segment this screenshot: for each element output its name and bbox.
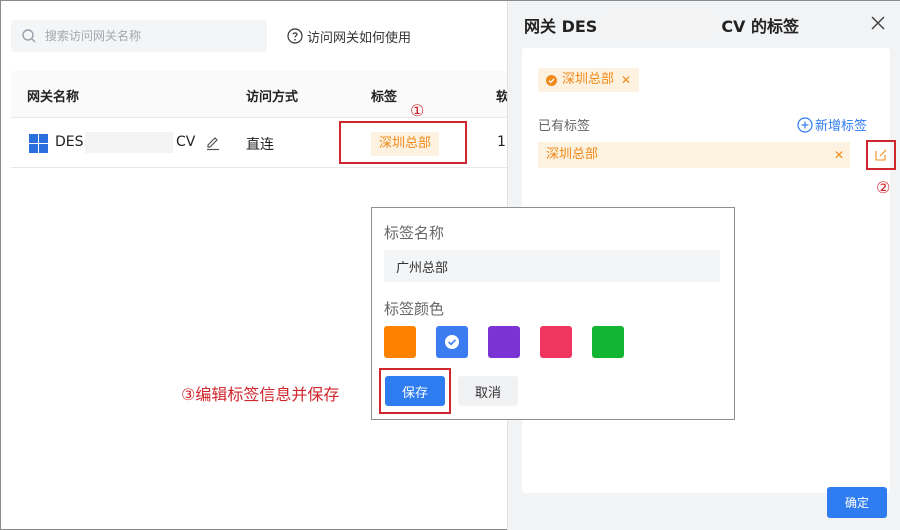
column-header-name: 网关名称: [27, 90, 80, 105]
window-frame: 访问网关如何使用 网关名称 访问方式 标签 软 DES CV 直连 深圳总部 ①…: [0, 0, 900, 530]
annotation-step-1: ①: [410, 101, 425, 120]
color-swatch-green[interactable]: [592, 326, 624, 358]
selected-tag-label: 深圳总部: [562, 72, 615, 87]
drawer-title-suffix: CV 的标签: [721, 17, 800, 36]
check-circle-icon: [546, 74, 557, 86]
search-input[interactable]: [45, 20, 260, 52]
column-header-tag: 标签: [371, 90, 398, 105]
gateway-name-suffix: CV: [176, 134, 196, 150]
color-swatch-blue[interactable]: [436, 326, 468, 358]
row-divider: [11, 117, 531, 118]
add-tag-label: 新增标签: [815, 119, 868, 134]
selected-tag-chip: 深圳总部 ✕: [538, 68, 640, 92]
color-swatch-pink[interactable]: [540, 326, 572, 358]
color-swatch-orange[interactable]: [384, 326, 416, 358]
save-button[interactable]: 保存: [385, 376, 445, 406]
gateway-name-prefix: DES: [55, 134, 84, 150]
access-method: 直连: [246, 137, 274, 153]
add-tag-button[interactable]: 新增标签: [797, 115, 867, 134]
edit-name-icon[interactable]: [205, 135, 221, 151]
redacted-title: [603, 14, 716, 36]
annotation-step-2: ②: [876, 178, 891, 197]
tag-name-input[interactable]: [384, 250, 720, 282]
cancel-button[interactable]: 取消: [458, 376, 518, 406]
edit-tag-button[interactable]: [866, 140, 896, 170]
help-link-label: 访问网关如何使用: [307, 30, 412, 46]
help-link[interactable]: 访问网关如何使用: [287, 26, 411, 46]
check-circle-icon: [445, 335, 459, 349]
row-tag-chip[interactable]: 深圳总部: [371, 132, 440, 156]
row-extra-value: 1: [497, 134, 506, 150]
color-swatch-purple[interactable]: [488, 326, 520, 358]
plus-circle-icon: [797, 116, 813, 133]
tag-color-label: 标签颜色: [384, 300, 445, 318]
edit-icon: [875, 149, 887, 161]
close-icon[interactable]: [870, 15, 886, 31]
existing-tags-label: 已有标签: [538, 119, 591, 134]
edit-tag-popover: 标签名称 标签颜色 保存 取消: [371, 207, 735, 420]
remove-selected-tag-icon[interactable]: ✕: [621, 68, 631, 92]
tag-name-label: 标签名称: [384, 224, 445, 242]
search-icon: [22, 29, 36, 43]
redacted-name: [85, 132, 173, 153]
column-header-access: 访问方式: [246, 90, 299, 105]
delete-tag-icon[interactable]: ✕: [834, 142, 844, 168]
existing-tag-label: 深圳总部: [546, 147, 599, 162]
search-box[interactable]: [11, 20, 267, 52]
existing-tag-item[interactable]: 深圳总部 ✕: [538, 142, 850, 168]
row-divider: [11, 167, 531, 168]
table-header: 网关名称 访问方式 标签 软: [11, 71, 531, 117]
question-circle-icon: [287, 28, 303, 44]
drawer-title: 网关 DES CV 的标签: [524, 13, 799, 37]
annotation-step-3: ③编辑标签信息并保存: [181, 385, 340, 404]
drawer-title-prefix: 网关 DES: [524, 17, 598, 36]
confirm-button[interactable]: 确定: [827, 487, 887, 518]
windows-icon: [29, 134, 48, 153]
